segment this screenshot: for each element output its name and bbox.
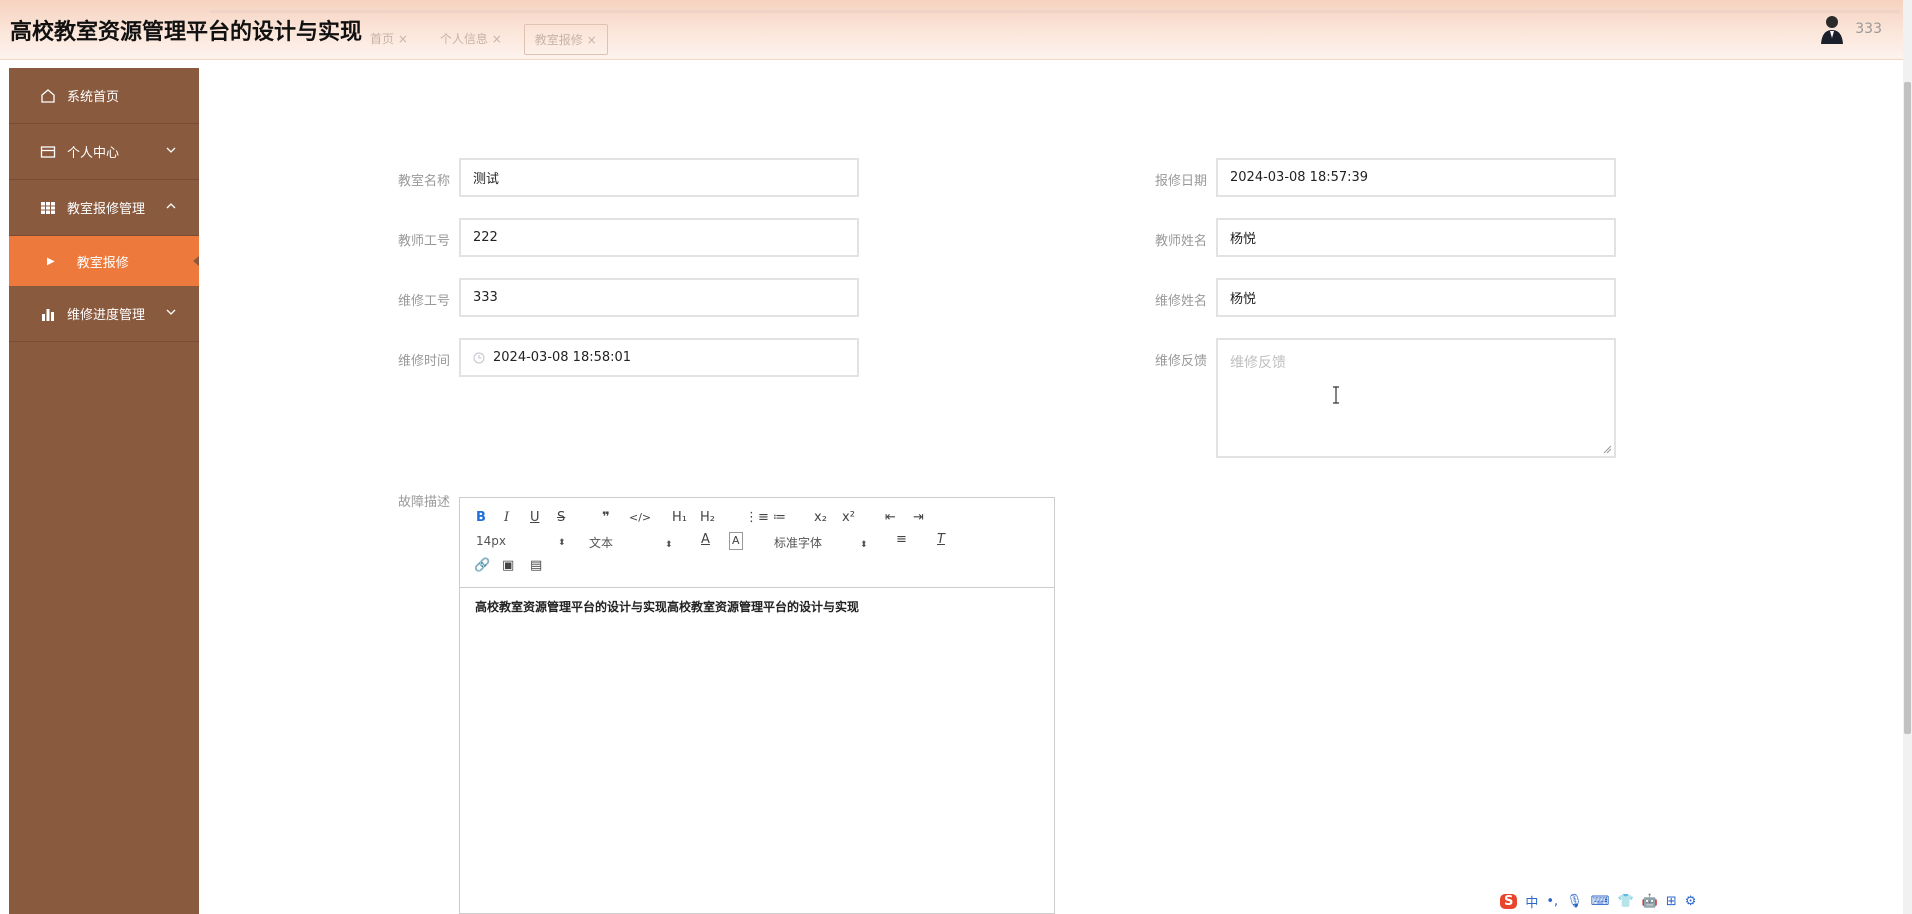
repairer-name-label: 维修姓名 (1154, 294, 1207, 309)
heading2-icon[interactable]: H₂ (700, 510, 715, 526)
subscript-icon[interactable]: x₂ (814, 510, 827, 526)
repair-time-picker[interactable]: 2024-03-08 18:58:01 (459, 338, 859, 377)
top-header: 首页 × 个人信息 × 教室报修 × 高校教室资源管理平台的设计与实现 333 (0, 0, 1912, 60)
align-icon[interactable]: ≡ (896, 532, 907, 548)
avatar[interactable] (1819, 14, 1845, 44)
rich-text-editor[interactable]: B I U S ❞ </> H₁ H₂ ⋮≡ ≔ x₂ x² ⇤ ⇥ 14px ⬍… (459, 497, 1055, 914)
select-arrows-icon: ⬍ (860, 540, 868, 550)
repair-time-label: 维修时间 (397, 354, 450, 369)
select-arrows-icon: ⬍ (558, 538, 566, 548)
sidebar-item-label: 教室报修管理 (67, 202, 146, 217)
sidebar-item-personal-center[interactable]: 个人中心 (9, 124, 199, 180)
skin-icon[interactable]: 👕 (1617, 894, 1633, 909)
editor-content[interactable]: 高校教室资源管理平台的设计与实现高校教室资源管理平台的设计与实现 (475, 598, 859, 615)
teacher-name-input[interactable]: 杨悦 (1216, 218, 1616, 257)
superscript-icon[interactable]: x² (842, 510, 855, 526)
resize-handle[interactable] (1602, 444, 1612, 454)
tab-bar: 首页 × 个人信息 × 教室报修 × (360, 24, 608, 55)
teacher-id-label: 教师工号 (397, 234, 450, 249)
heading1-icon[interactable]: H₁ (672, 510, 687, 526)
clock-icon (473, 352, 485, 363)
underline-icon[interactable]: U (530, 510, 540, 526)
font-family-select[interactable]: 标准字体 ⬍ (774, 534, 868, 551)
bold-icon[interactable]: B (476, 510, 486, 526)
font-color-icon[interactable]: A (701, 532, 710, 548)
header-divider (210, 10, 1900, 13)
chevron-up-icon (166, 203, 176, 209)
block-type-select[interactable]: 文本 ⬍ (589, 534, 673, 551)
feedback-textarea[interactable]: 维修反馈 (1216, 338, 1616, 458)
teacher-name-label: 教师姓名 (1154, 234, 1207, 249)
username[interactable]: 333 (1855, 21, 1882, 37)
repairer-id-input[interactable]: 333 (459, 278, 859, 317)
tab-classroom-repair[interactable]: 教室报修 × (523, 24, 608, 55)
keyboard-icon[interactable]: ⌨ (1591, 894, 1610, 909)
sidebar-subitem-classroom-repair[interactable]: ▶ 教室报修 (9, 236, 199, 286)
caret-right-icon: ▶ (47, 255, 55, 267)
image-icon[interactable]: ▣ (502, 558, 514, 574)
chinese-mode-icon[interactable]: 中 (1525, 892, 1538, 911)
bullet-list-icon[interactable]: ≔ (773, 510, 786, 526)
block-type-value: 文本 (589, 536, 614, 550)
clear-format-icon[interactable]: T (937, 532, 945, 548)
home-icon (39, 87, 57, 105)
ordered-list-icon[interactable]: ⋮≡ (745, 510, 769, 526)
text-cursor-icon (1333, 386, 1339, 404)
chevron-down-icon (166, 147, 176, 153)
classroom-name-input[interactable]: 测试 (459, 158, 859, 197)
microphone-icon[interactable]: 🎙 (1566, 894, 1583, 909)
blockquote-icon[interactable]: ❞ (602, 510, 610, 526)
ime-toolbar: S 中 •, 🎙 ⌨ 👕 🤖 ⊞ ⚙ (1500, 889, 1726, 914)
chevron-down-icon (166, 309, 176, 315)
robot-icon[interactable]: 🤖 (1642, 894, 1658, 909)
background-color-icon[interactable]: A (729, 532, 743, 550)
grid-icon (39, 199, 57, 217)
sidebar-item-label: 系统首页 (67, 90, 120, 105)
tab-personal-info[interactable]: 个人信息 × (430, 24, 512, 55)
sidebar-subitem-label: 教室报修 (76, 255, 129, 271)
punctuation-icon[interactable]: •, (1546, 894, 1558, 909)
fault-description-label: 故障描述 (397, 495, 450, 510)
page-scrollbar[interactable] (1903, 0, 1912, 914)
user-area[interactable]: 333 (1819, 14, 1882, 44)
font-size-select[interactable]: 14px ⬍ (476, 534, 566, 548)
feedback-label: 维修反馈 (1154, 354, 1207, 369)
active-indicator (193, 256, 199, 266)
teacher-id-input[interactable]: 222 (459, 218, 859, 257)
scrollbar-thumb[interactable] (1904, 82, 1911, 734)
repair-time-value: 2024-03-08 18:58:01 (493, 350, 632, 365)
sidebar-item-label: 个人中心 (67, 146, 120, 161)
strikethrough-icon[interactable]: S (557, 510, 565, 526)
settings-icon[interactable]: ⚙ (1685, 894, 1697, 909)
repair-date-input[interactable]: 2024-03-08 18:57:39 (1216, 158, 1616, 197)
font-size-value: 14px (476, 534, 506, 548)
select-arrows-icon: ⬍ (665, 540, 673, 550)
editor-toolbar: B I U S ❞ </> H₁ H₂ ⋮≡ ≔ x₂ x² ⇤ ⇥ 14px ⬍… (460, 498, 1054, 588)
card-icon (39, 143, 57, 161)
repair-date-label: 报修日期 (1154, 174, 1207, 189)
font-family-value: 标准字体 (774, 536, 823, 550)
video-icon[interactable]: ▤ (530, 558, 542, 574)
sidebar-item-label: 维修进度管理 (67, 308, 146, 323)
site-title: 高校教室资源管理平台的设计与实现 (10, 20, 363, 45)
sogou-logo-icon[interactable]: S (1500, 894, 1518, 909)
repairer-name-input[interactable]: 杨悦 (1216, 278, 1616, 317)
outdent-icon[interactable]: ⇤ (885, 510, 896, 526)
sidebar: 系统首页 个人中心 教室报修管理 ▶ 教室报修 维修进度管理 (9, 68, 199, 914)
bar-chart-icon (39, 305, 57, 323)
tab-home[interactable]: 首页 × (360, 24, 418, 55)
sidebar-item-repair-management[interactable]: 教室报修管理 (9, 180, 199, 236)
classroom-name-label: 教室名称 (397, 174, 450, 189)
sidebar-item-progress-management[interactable]: 维修进度管理 (9, 286, 199, 342)
apps-icon[interactable]: ⊞ (1666, 894, 1677, 909)
code-block-icon[interactable]: </> (629, 510, 651, 526)
sidebar-item-home[interactable]: 系统首页 (9, 68, 199, 124)
italic-icon[interactable]: I (504, 510, 509, 526)
feedback-placeholder: 维修反馈 (1230, 355, 1286, 371)
indent-icon[interactable]: ⇥ (913, 510, 924, 526)
link-icon[interactable]: 🔗 (474, 558, 490, 574)
repairer-id-label: 维修工号 (397, 294, 450, 309)
